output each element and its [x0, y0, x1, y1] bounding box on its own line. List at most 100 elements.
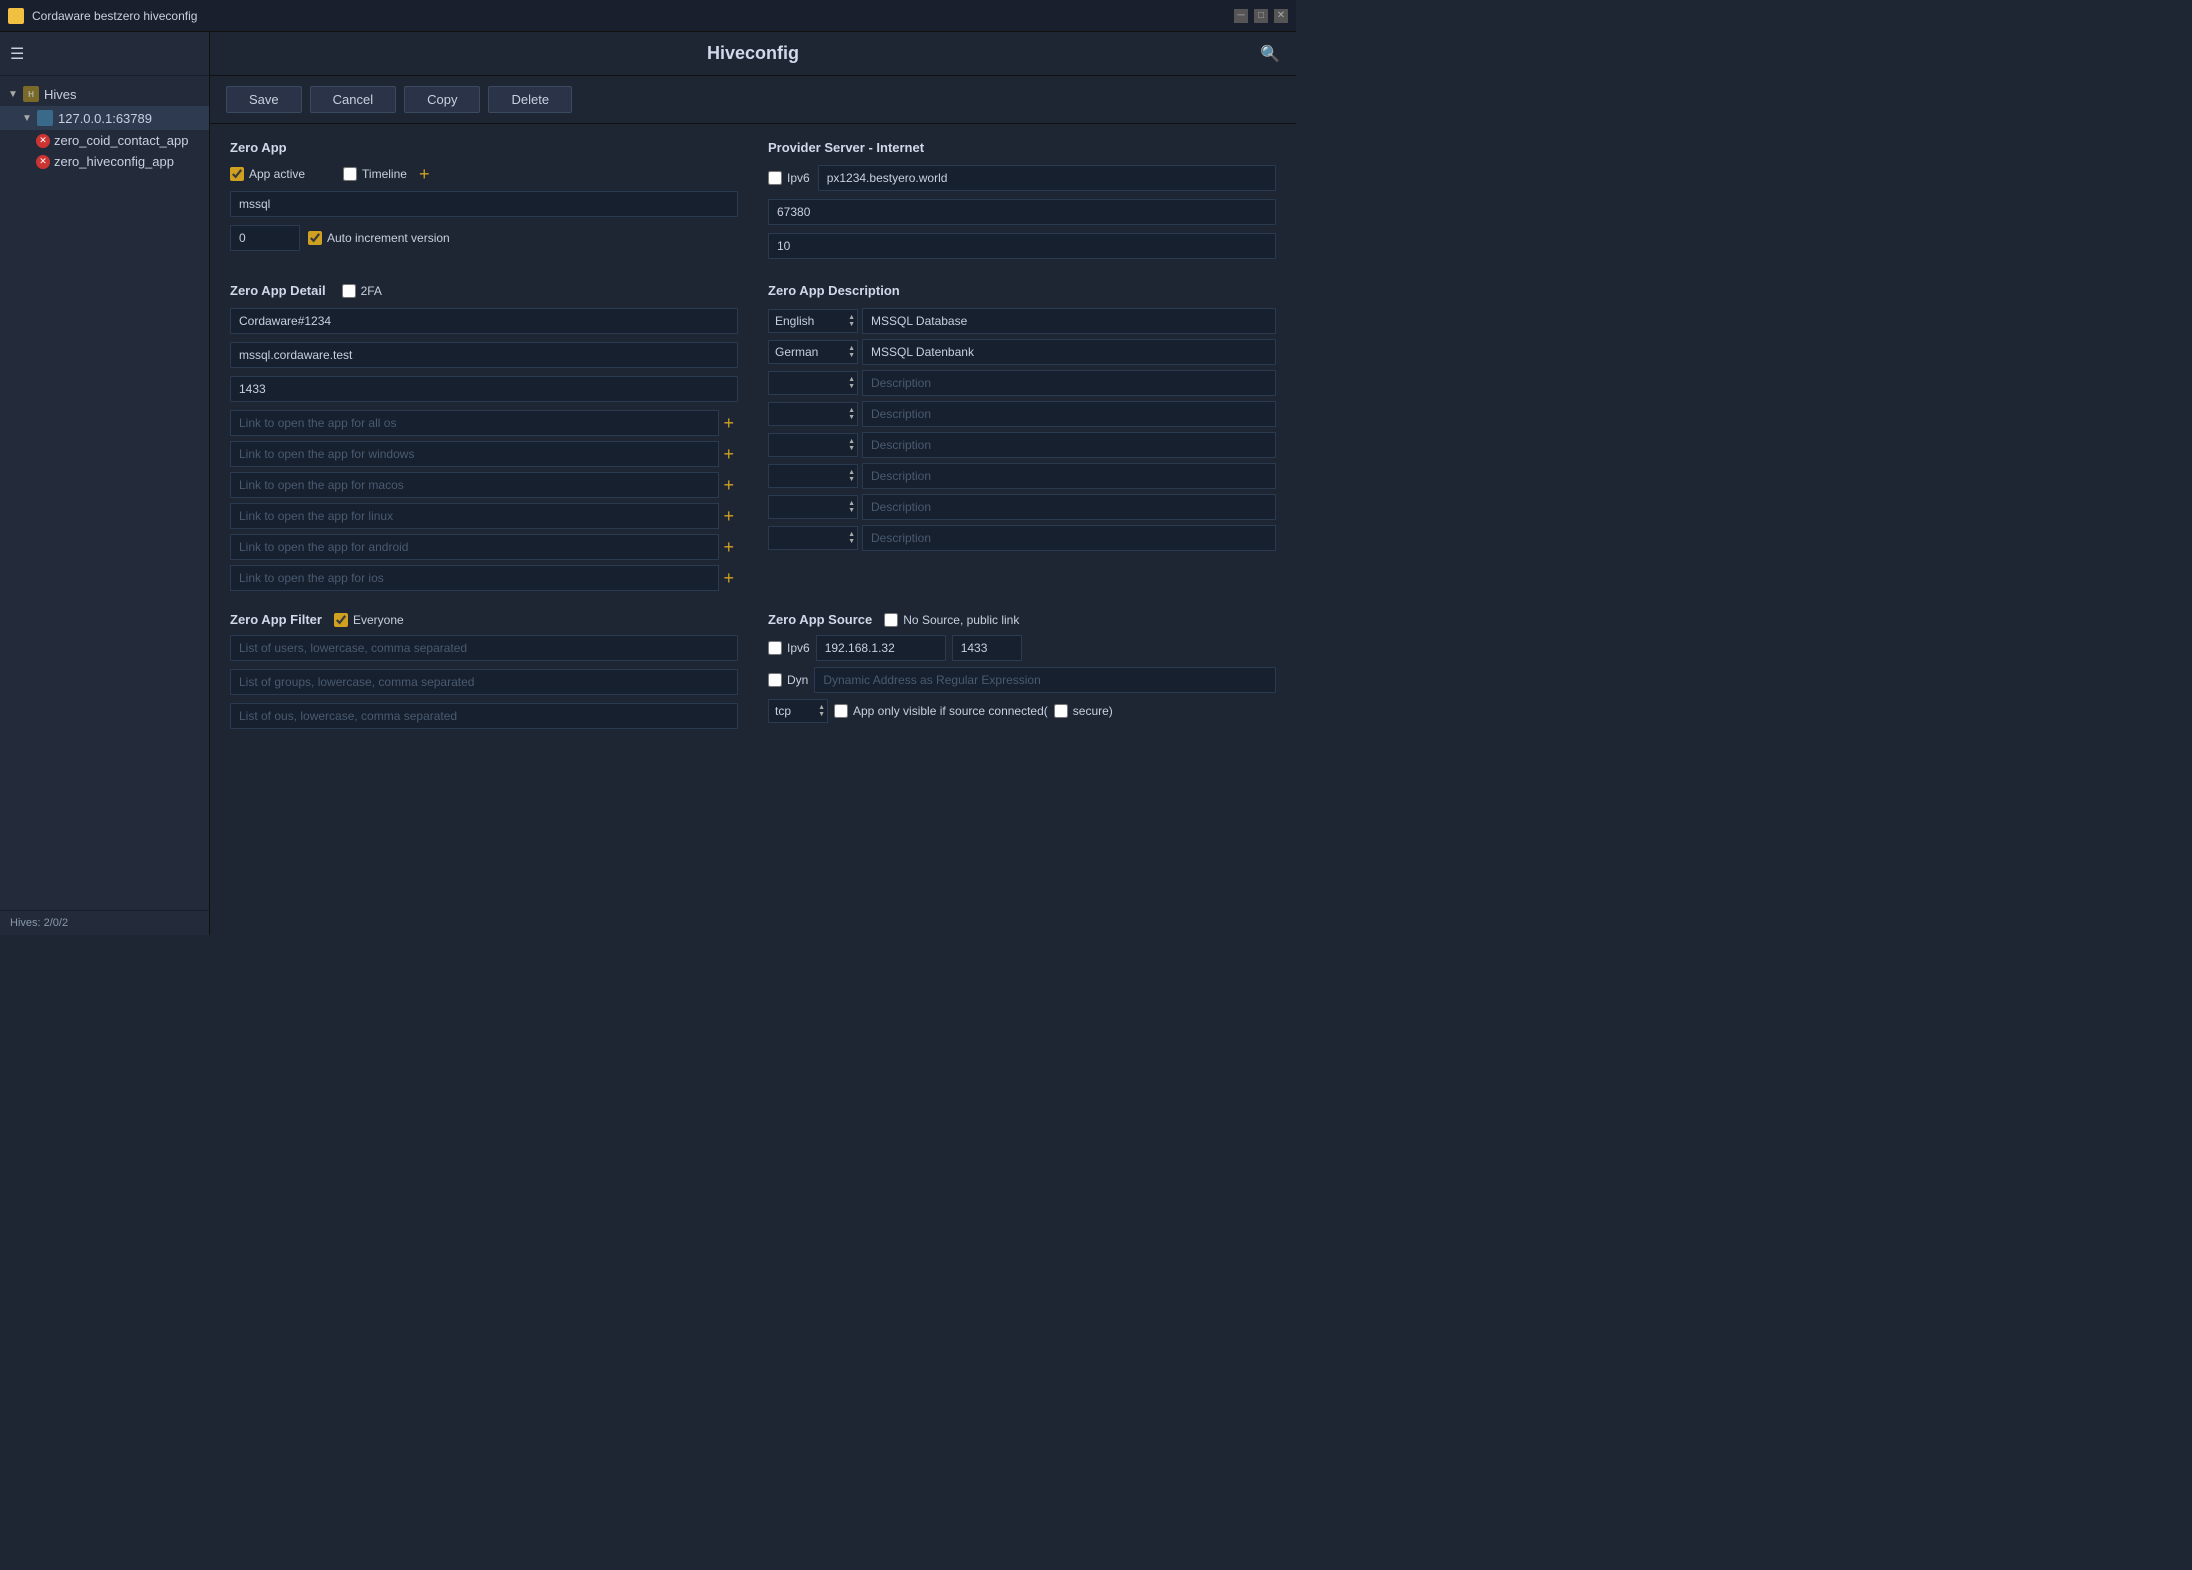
- timeline-label[interactable]: Timeline: [343, 167, 407, 181]
- desc-row-3: ▲▼: [768, 401, 1276, 427]
- filter-title-row: Zero App Filter Everyone: [230, 612, 738, 627]
- main-area: Hiveconfig 🔍 Save Cancel Copy Delete Zer…: [210, 32, 1296, 935]
- link-allOS-add-button[interactable]: +: [719, 414, 738, 432]
- link-allOS-input[interactable]: [230, 410, 719, 436]
- detail-port-input[interactable]: [230, 376, 738, 402]
- twofa-checkbox[interactable]: [342, 284, 356, 298]
- source-ipv6-label[interactable]: Ipv6: [768, 641, 810, 655]
- link-linux-add-button[interactable]: +: [719, 507, 738, 525]
- close-button[interactable]: ✕: [1274, 9, 1288, 23]
- desc-lang-select-0[interactable]: English German: [768, 309, 858, 333]
- sidebar-item-app-1[interactable]: ✕ zero_hiveconfig_app: [0, 151, 209, 172]
- no-source-label[interactable]: No Source, public link: [884, 613, 1019, 627]
- desc-text-input-5[interactable]: [862, 463, 1276, 489]
- desc-row-0: English German ▲▼: [768, 308, 1276, 334]
- sidebar-item-app-0[interactable]: ✕ zero_coid_contact_app: [0, 130, 209, 151]
- desc-text-input-2[interactable]: [862, 370, 1276, 396]
- link-ios-input[interactable]: [230, 565, 719, 591]
- detail-host-input[interactable]: [230, 342, 738, 368]
- source-title-row: Zero App Source No Source, public link: [768, 612, 1276, 627]
- auto-increment-checkbox[interactable]: [308, 231, 322, 245]
- copy-button[interactable]: Copy: [404, 86, 480, 113]
- link-linux-input[interactable]: [230, 503, 719, 529]
- desc-text-input-3[interactable]: [862, 401, 1276, 427]
- desc-text-input-7[interactable]: [862, 525, 1276, 551]
- desc-lang-select-5[interactable]: [768, 464, 858, 488]
- provider-port-input[interactable]: [768, 199, 1276, 225]
- desc-lang-select-7[interactable]: [768, 526, 858, 550]
- link-ios-add-button[interactable]: +: [719, 569, 738, 587]
- sidebar-item-hives[interactable]: ▼ H Hives: [0, 82, 209, 106]
- desc-lang-select-3[interactable]: [768, 402, 858, 426]
- link-windows-add-button[interactable]: +: [719, 445, 738, 463]
- no-source-checkbox[interactable]: [884, 613, 898, 627]
- desc-lang-select-wrap-4: ▲▼: [768, 433, 858, 457]
- zero-app-title: Zero App: [230, 140, 738, 155]
- desc-text-input-6[interactable]: [862, 494, 1276, 520]
- app-visible-checkbox[interactable]: [834, 704, 848, 718]
- app-visible-label[interactable]: App only visible if source connected(: [834, 704, 1048, 718]
- filter-ous-group: [230, 703, 738, 729]
- save-button[interactable]: Save: [226, 86, 302, 113]
- link-android-input[interactable]: [230, 534, 719, 560]
- app-name-input[interactable]: [230, 191, 738, 217]
- sidebar-item-server[interactable]: ▼ 127.0.0.1:63789: [0, 106, 209, 130]
- filter-users-input[interactable]: [230, 635, 738, 661]
- provider-ipv6-label[interactable]: Ipv6: [768, 171, 810, 185]
- source-dyn-label[interactable]: Dyn: [768, 673, 808, 687]
- desc-lang-select-wrap-2: ▲▼: [768, 371, 858, 395]
- filter-ous-input[interactable]: [230, 703, 738, 729]
- minimize-button[interactable]: ─: [1234, 9, 1248, 23]
- provider-extra-input[interactable]: [768, 233, 1276, 259]
- timeline-checkbox[interactable]: [343, 167, 357, 181]
- hives-status: Hives: 2/0/2: [10, 917, 68, 929]
- zero-app-detail-title: Zero App Detail: [230, 283, 326, 298]
- link-macos-add-button[interactable]: +: [719, 476, 738, 494]
- source-dyn-checkbox[interactable]: [768, 673, 782, 687]
- auto-increment-label[interactable]: Auto increment version: [308, 231, 450, 245]
- source-tcp-row: tcp udp ▲▼ App only visible if source co…: [768, 699, 1276, 723]
- desc-lang-select-wrap-1: German English ▲▼: [768, 340, 858, 364]
- timeline-add-button[interactable]: +: [415, 165, 434, 183]
- version-input[interactable]: [230, 225, 300, 251]
- link-windows-input[interactable]: [230, 441, 719, 467]
- tcp-select[interactable]: tcp udp: [768, 699, 828, 723]
- provider-ipv6-checkbox[interactable]: [768, 171, 782, 185]
- hamburger-icon[interactable]: ☰: [10, 44, 24, 64]
- desc-text-input-0[interactable]: [862, 308, 1276, 334]
- filter-groups-input[interactable]: [230, 669, 738, 695]
- desc-text-input-4[interactable]: [862, 432, 1276, 458]
- cancel-button[interactable]: Cancel: [310, 86, 396, 113]
- desc-lang-select-1[interactable]: German English: [768, 340, 858, 364]
- app-active-label[interactable]: App active: [230, 167, 305, 181]
- provider-hostname-input[interactable]: [818, 165, 1276, 191]
- everyone-label[interactable]: Everyone: [334, 613, 404, 627]
- source-dyn-input[interactable]: [814, 667, 1276, 693]
- link-android-add-button[interactable]: +: [719, 538, 738, 556]
- detail-name-input[interactable]: [230, 308, 738, 334]
- app-icon: [8, 8, 24, 24]
- app-active-checkbox[interactable]: [230, 167, 244, 181]
- link-macos-input[interactable]: [230, 472, 719, 498]
- desc-row-5: ▲▼: [768, 463, 1276, 489]
- source-ip-input[interactable]: [816, 635, 946, 661]
- everyone-checkbox[interactable]: [334, 613, 348, 627]
- desc-lang-select-2[interactable]: [768, 371, 858, 395]
- delete-button[interactable]: Delete: [488, 86, 572, 113]
- secure-checkbox[interactable]: [1054, 704, 1068, 718]
- desc-text-input-1[interactable]: [862, 339, 1276, 365]
- search-button[interactable]: 🔍: [1260, 44, 1280, 64]
- source-ipv6-checkbox[interactable]: [768, 641, 782, 655]
- secure-label[interactable]: secure): [1054, 704, 1113, 718]
- provider-ipv6-row: Ipv6: [768, 165, 1276, 191]
- desc-lang-select-4[interactable]: [768, 433, 858, 457]
- provider-port-group: [768, 199, 1276, 225]
- filter-users-group: [230, 635, 738, 661]
- app-header: Hiveconfig 🔍: [210, 32, 1296, 76]
- twofa-label[interactable]: 2FA: [342, 284, 382, 298]
- restore-button[interactable]: □: [1254, 9, 1268, 23]
- source-port-input[interactable]: [952, 635, 1022, 661]
- tcp-select-wrap: tcp udp ▲▼: [768, 699, 828, 723]
- zero-app-filter-section: Zero App Filter Everyone: [230, 612, 738, 737]
- desc-lang-select-6[interactable]: [768, 495, 858, 519]
